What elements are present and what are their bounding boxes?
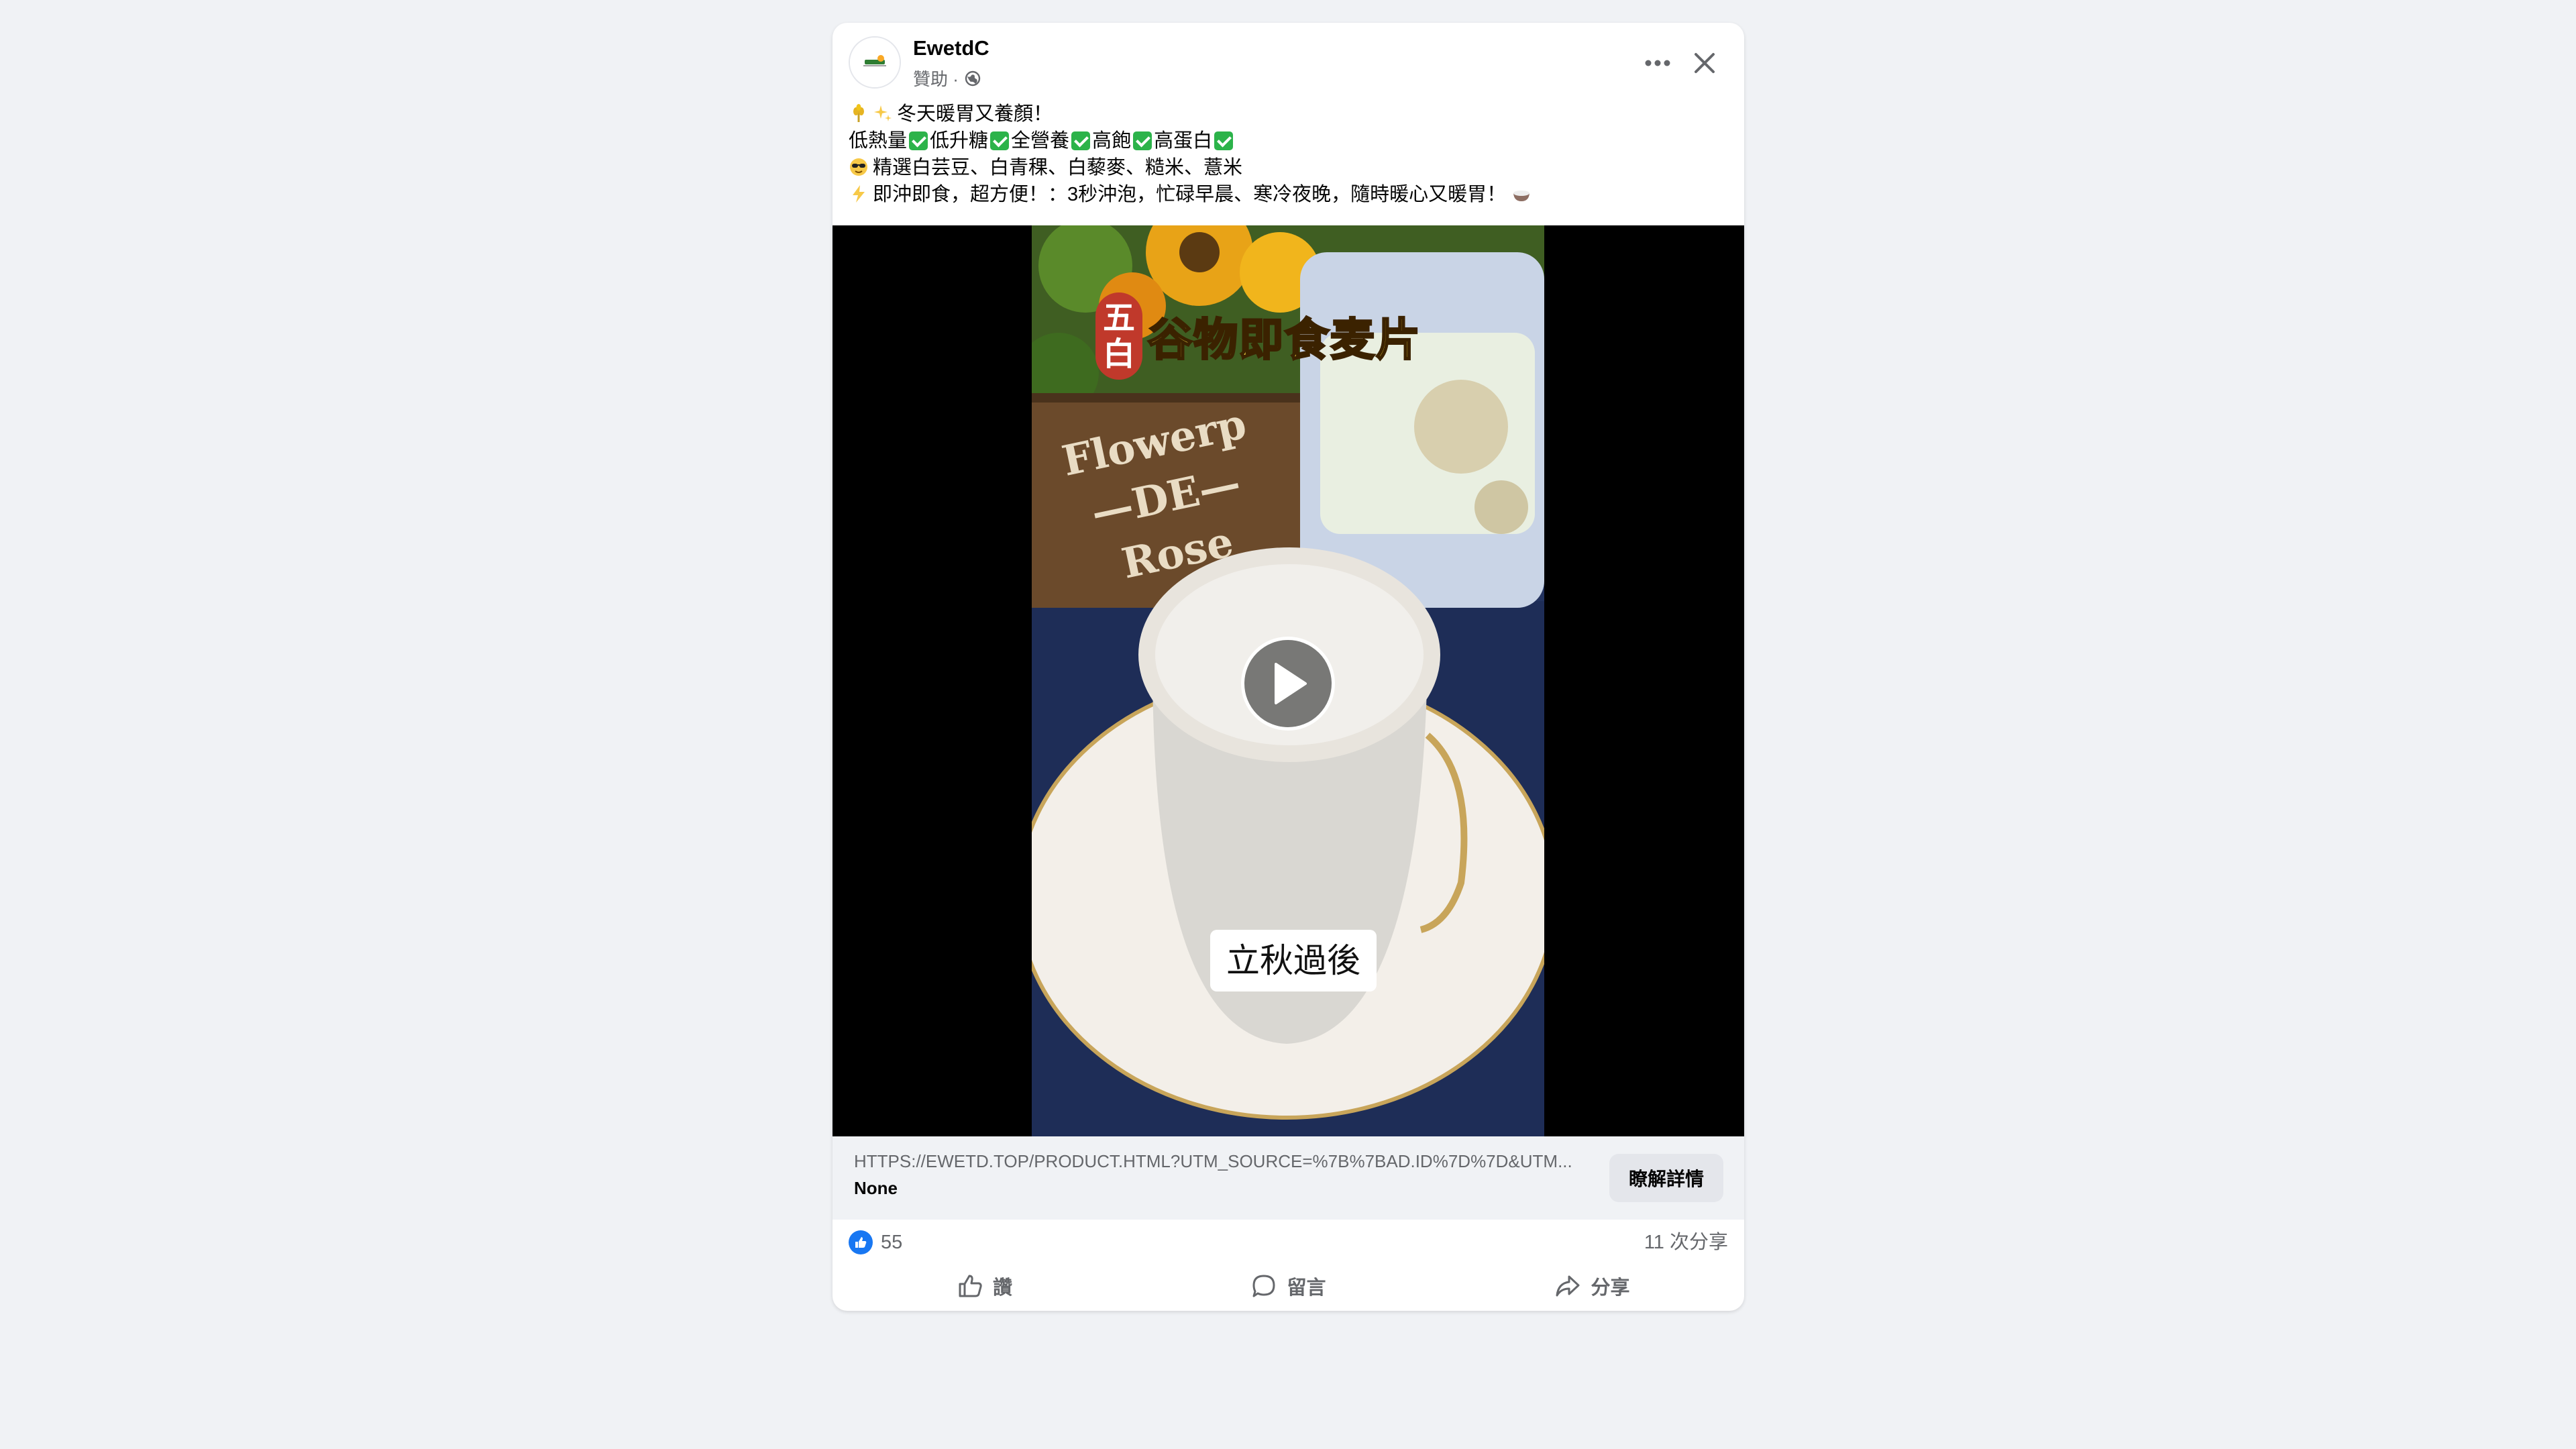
share-label: 分享	[1591, 1277, 1630, 1299]
share-count[interactable]: 11 次分享	[1644, 1230, 1728, 1254]
page-avatar[interactable]	[849, 36, 901, 89]
thumbs-up-icon	[855, 1237, 867, 1248]
play-button[interactable]	[1241, 637, 1335, 731]
post-line-4-text: 即沖即食，超方便！：3秒沖泡，忙碌早晨、寒冷夜晚，隨時暖心又暖胃！	[873, 184, 1507, 205]
post-message: 冬天暖胃又養顏！ 低熱量 低升糖 全營養 高飽 高蛋白 精選白芸豆、白青稞、白藜麥、糙米…	[849, 101, 1727, 208]
like-button[interactable]: 讚	[833, 1264, 1136, 1308]
page-name[interactable]: EwetdC	[913, 36, 989, 60]
check-icon	[909, 131, 928, 150]
post-line-1: 冬天暖胃又養顏！	[849, 101, 1727, 127]
post-line-3-text: 精選白芸豆、白青稞、白藜麥、糙米、薏米	[873, 157, 1243, 178]
share-button[interactable]: 分享	[1440, 1264, 1744, 1308]
sparkles-emoji-icon	[874, 105, 892, 121]
sponsored-row: 贊助 ·	[913, 66, 981, 91]
tag-high-protein: 高蛋白	[1154, 130, 1213, 152]
share-icon	[1556, 1275, 1580, 1297]
check-icon	[990, 131, 1010, 150]
close-button[interactable]	[1684, 43, 1725, 83]
play-icon	[1275, 663, 1307, 704]
learn-more-button[interactable]: 瞭解詳情	[1609, 1154, 1723, 1202]
more-options-button[interactable]	[1638, 43, 1678, 83]
comment-button[interactable]: 留言	[1136, 1264, 1440, 1308]
action-bar: 讚 留言 分享	[833, 1264, 1744, 1308]
tag-low-gi: 低升糖	[930, 130, 989, 152]
badge-bottom-char: 白	[1102, 335, 1135, 373]
video-caption: 立秋過後	[1210, 930, 1377, 991]
bowl-emoji-icon	[1513, 191, 1530, 201]
video-frame[interactable]: 五 白 谷物即食麦片 Flowerp —DE— Rose 立秋過後	[1032, 225, 1544, 1136]
globe-icon	[965, 70, 981, 86]
reaction-count[interactable]: 55	[881, 1232, 902, 1254]
ad-post-card: EwetdC 贊助 · 冬天暖胃又養顏！ 低熱量 低升糖 全營養 高飽 高蛋白 …	[833, 23, 1744, 1311]
post-line-4: 即沖即食，超方便！：3秒沖泡，忙碌早晨、寒冷夜晚，隨時暖心又暖胃！	[849, 181, 1727, 208]
reactions-summary[interactable]: 55	[849, 1230, 902, 1254]
tag-low-calorie: 低熱量	[849, 130, 908, 152]
sponsored-label[interactable]: 贊助 ·	[913, 66, 959, 91]
lightning-emoji-icon	[853, 185, 865, 203]
comment-icon	[1252, 1275, 1275, 1297]
video-title-overlay: 五 白 谷物即食麦片	[1095, 292, 1421, 380]
tag-full-nutrition: 全營養	[1011, 130, 1070, 152]
check-icon	[1214, 131, 1234, 150]
sunglasses-emoji-icon	[850, 158, 867, 176]
check-icon	[1133, 131, 1152, 150]
wheat-emoji-icon	[853, 104, 864, 122]
link-preview[interactable]: HTTPS://EWETD.TOP/PRODUCT.HTML?UTM_SOURC…	[833, 1136, 1744, 1220]
five-white-badge: 五 白	[1095, 292, 1142, 380]
like-label: 讚	[992, 1277, 1012, 1299]
badge-top-char: 五	[1102, 299, 1135, 337]
post-line-3: 精選白芸豆、白青稞、白藜麥、糙米、薏米	[849, 154, 1727, 181]
post-header: EwetdC 贊助 ·	[833, 23, 1744, 101]
link-url[interactable]: HTTPS://EWETD.TOP/PRODUCT.HTML?UTM_SOURC…	[854, 1151, 1599, 1172]
tag-high-satiety: 高飽	[1092, 130, 1132, 152]
post-line-2: 低熱量 低升糖 全營養 高飽 高蛋白	[849, 127, 1727, 154]
close-icon	[1695, 53, 1715, 73]
comment-label: 留言	[1287, 1277, 1326, 1299]
video-player[interactable]: 五 白 谷物即食麦片 Flowerp —DE— Rose 立秋過後	[833, 225, 1744, 1136]
post-line-1-text: 冬天暖胃又養顏！	[897, 103, 1053, 125]
link-title[interactable]: None	[854, 1178, 898, 1199]
check-icon	[1071, 131, 1091, 150]
more-dots-icon	[1645, 60, 1670, 66]
brand-logo-icon	[850, 38, 900, 87]
like-icon	[959, 1275, 982, 1297]
video-title-text: 谷物即食麦片	[1147, 313, 1421, 367]
like-reaction-icon	[849, 1230, 873, 1254]
